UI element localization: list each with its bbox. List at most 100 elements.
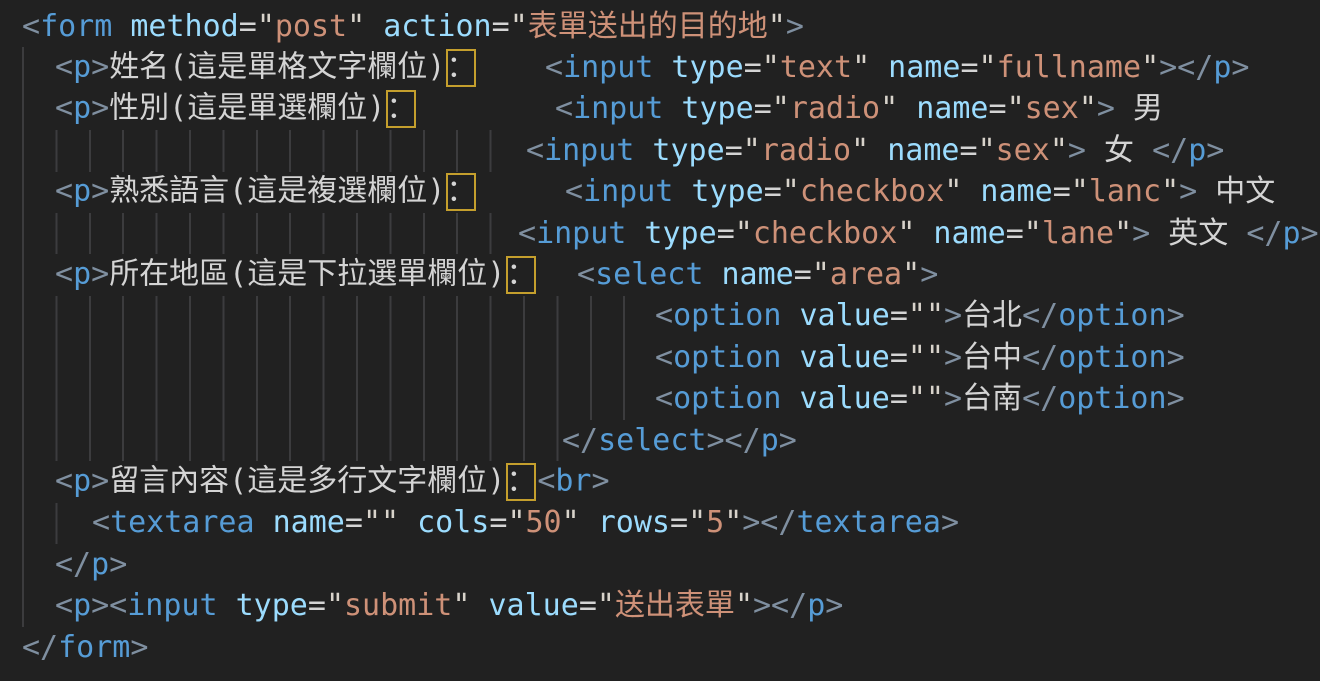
code-editor[interactable]: <form method="post" action="表單送出的目的地"> <… [0,0,1320,681]
token-tag: input [583,174,673,209]
token-punctuation: </ [55,547,91,582]
code-line: <p>姓名(這是單格文字欄位)： <input type="text" name… [0,47,1320,88]
token-tag: select [595,257,703,292]
token-tag: p [1282,216,1300,251]
token-attr: type [626,216,716,251]
code-line: </form> [0,627,1320,668]
token-quote: " [944,174,962,209]
token-punctuation: > [1167,381,1185,416]
token-text: 台北 [962,298,1022,333]
token-quote: " [926,340,944,375]
token-quote: " [897,216,915,251]
token-punctuation: < [55,50,73,85]
token-operator: = [670,505,688,540]
token-string: fullname [997,50,1142,85]
token-operator: = [794,257,812,292]
token-punctuation: > [1167,340,1185,375]
token-quote: " [452,588,470,623]
code-segment: <p>姓名(這是單格文字欄位)： [55,49,477,87]
token-quote: " [510,9,528,44]
token-punctuation: > [944,381,962,416]
code-line: <p>熟悉語言(這是複選欄位)： <input type="checkbox" … [0,172,1320,213]
token-operator: = [890,340,908,375]
token-punctuation: > [786,9,804,44]
token-punctuation: > [1231,50,1249,85]
token-punctuation: > [1301,216,1319,251]
token-punctuation: > [91,463,109,498]
token-string: post [275,9,347,44]
token-punctuation: < [577,257,595,292]
token-operator: = [989,91,1007,126]
unicode-highlight-box: ： [446,173,476,211]
token-string: radio [761,133,851,168]
token-operator: = [890,298,908,333]
token-punctuation: < [55,174,73,209]
token-quote: " [1071,174,1089,209]
token-quote: " [363,505,381,540]
token-string: 送出表單 [615,588,735,623]
token-string: checkbox [753,216,898,251]
token-operator: = [764,174,782,209]
code-line: <p>性別(這是單選欄位)： <input type="radio" name=… [0,89,1320,130]
token-string: submit [344,588,452,623]
token-attr: name [703,257,793,292]
token-punctuation: > [91,50,109,85]
token-quote: " [326,588,344,623]
token-attr: type [663,91,753,126]
token-tag: p [91,547,109,582]
token-punctuation: < [55,257,73,292]
token-punctuation: </ [1022,298,1058,333]
token-text: 台南 [962,381,1022,416]
token-punctuation: > [779,423,797,458]
token-tag: br [555,463,591,498]
token-tag: input [573,91,663,126]
code-segment: <select name="area"> [577,260,938,290]
token-punctuation: > [1206,133,1224,168]
token-tag: option [1058,381,1166,416]
token-operator: = [345,505,363,540]
code-line: <textarea name="" cols="50" rows="5"></t… [0,503,1320,544]
code-line: </select></p> [0,420,1320,461]
token-punctuation: </ [1246,216,1282,251]
token-operator: = [1053,174,1071,209]
token-tag: option [673,381,781,416]
token-quote: " [851,133,869,168]
token-punctuation: < [537,463,555,498]
code-segment: <form method="post" action="表單送出的目的地"> [22,12,804,42]
token-tag: option [1058,298,1166,333]
token-punctuation: ></ [753,588,807,623]
token-punctuation: </ [1152,133,1188,168]
token-tag: textarea [796,505,941,540]
code-line: <input type="checkbox" name="lane"> 英文 <… [0,213,1320,254]
token-punctuation: > [825,588,843,623]
token-punctuation: > [941,505,959,540]
token-punctuation: > [91,174,109,209]
token-text: 熟悉語言(這是複選欄位) [109,174,445,209]
indent-guides [22,130,522,171]
token-punctuation: < [565,174,583,209]
indent-guides [22,503,66,544]
token-string: sex [1025,91,1079,126]
token-attr: type [634,133,724,168]
token-attr: value [470,588,578,623]
token-quote: " [1050,133,1068,168]
token-punctuation: > [1179,174,1197,209]
token-quote: " [688,505,706,540]
token-attr: type [653,50,743,85]
token-tag: input [563,50,653,85]
code-line: <p>留言內容(這是多行文字欄位)：<br> [0,461,1320,502]
token-punctuation: > [944,298,962,333]
token-string: radio [790,91,880,126]
token-attr: name [915,216,1005,251]
code-line: </p> [0,544,1320,585]
code-segment: </select></p> [562,426,797,456]
token-operator: = [1006,216,1024,251]
token-punctuation: < [545,50,563,85]
token-string: sex [996,133,1050,168]
indent-guides [22,585,28,626]
code-segment: <p>熟悉語言(這是複選欄位)： [55,173,477,211]
token-string: 50 [526,505,562,540]
token-string: lanc [1089,174,1161,209]
token-attr: name [962,174,1052,209]
indent-guides [22,254,28,295]
